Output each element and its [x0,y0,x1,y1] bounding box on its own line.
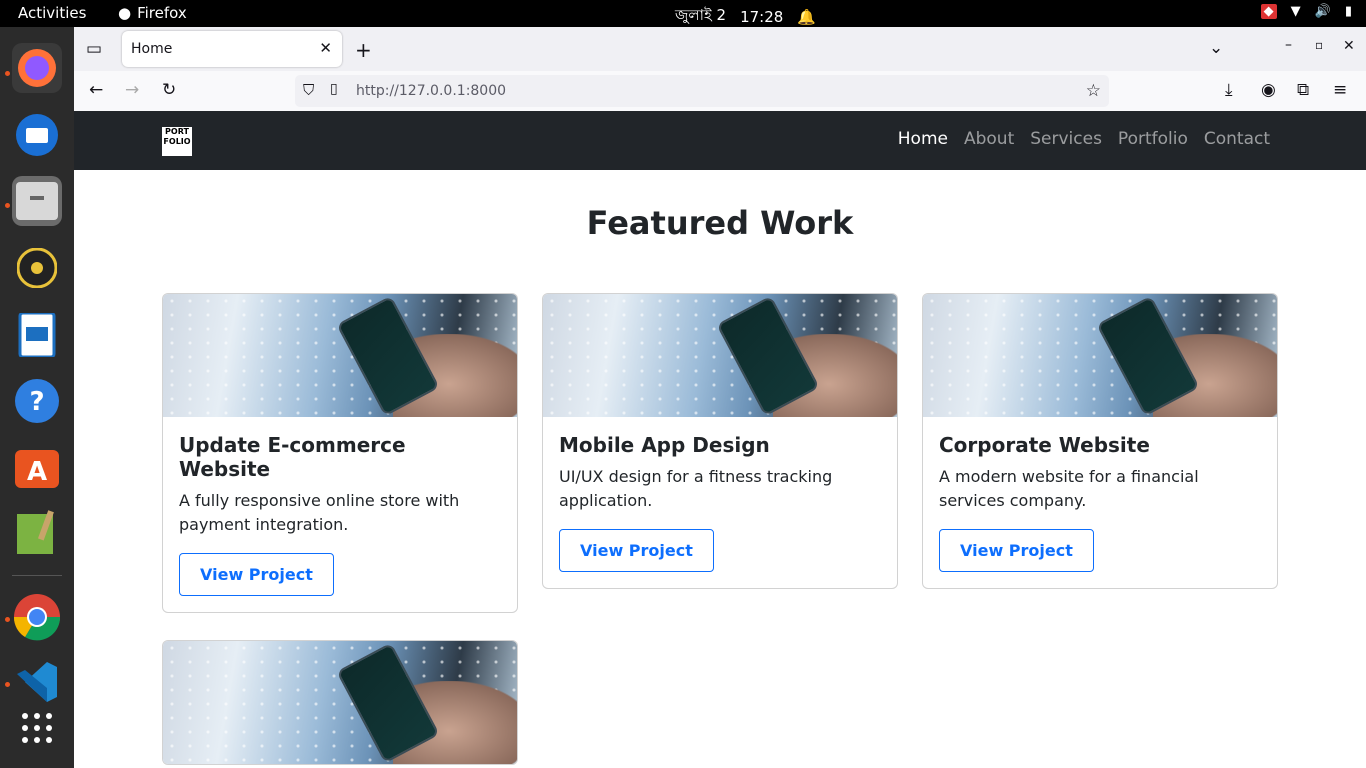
tab-home[interactable]: Home ✕ [122,31,342,67]
svg-text:?: ? [29,387,44,417]
running-indicator [5,71,10,76]
site-logo[interactable]: PORT FOLIO [162,127,192,156]
view-project-button[interactable]: View Project [179,553,334,596]
project-image [163,641,517,764]
writer-dock-icon[interactable] [12,310,62,360]
project-image [923,294,1277,417]
browser-tab-bar: ▭ Home ✕ + ⌄ – ▫ ✕ [74,27,1366,71]
nav-about[interactable]: About [964,129,1014,149]
vscode-dock-icon[interactable] [12,657,62,707]
url-bar[interactable]: ⛉ ▯ http://127.0.0.1:8000 ☆ [295,75,1109,107]
volume-icon: 🔊 [1314,4,1331,19]
url-port: :8000 [465,83,507,99]
view-project-button[interactable]: View Project [559,529,714,572]
firefox-icon: ● [118,4,132,22]
nav-contact[interactable]: Contact [1204,129,1270,149]
running-indicator [5,617,10,622]
chrome-dock-icon[interactable] [12,592,62,642]
record-icon: ◆ [1260,4,1277,19]
battery-icon: ▮ [1344,4,1352,19]
url-text[interactable]: http://127.0.0.1:8000 [356,83,506,99]
app-name: Firefox [137,4,187,22]
maximize-icon[interactable]: ▫ [1315,38,1323,52]
account-icon[interactable]: ◉ [1261,80,1276,100]
card-text: A modern website for a financial service… [939,467,1199,510]
running-indicator [5,203,10,208]
extensions-icon[interactable]: ⧉ [1297,80,1309,100]
thunderbird-dock-icon[interactable] [12,110,62,160]
close-window-icon[interactable]: ✕ [1343,38,1355,54]
project-image [163,294,517,417]
tab-title: Home [131,41,173,57]
url-host: http://127.0.0.1 [356,83,466,99]
clock-date: জুলাই 2 [675,6,727,24]
gimp-dock-icon[interactable] [12,508,62,558]
dock: ? A [0,27,74,768]
rhythmbox-dock-icon[interactable] [12,243,62,293]
web-page: PORT FOLIO Home About Services Portfolio… [74,111,1366,768]
project-card: Update E-commerce Website A fully respon… [162,293,518,613]
new-tab-icon[interactable]: + [355,38,372,62]
downloads-icon[interactable]: ⤓ [1225,80,1233,100]
site-navbar: PORT FOLIO Home About Services Portfolio… [74,111,1366,170]
help-icon[interactable]: ? [12,376,62,426]
list-tabs-icon[interactable]: ⌄ [1209,38,1223,58]
nav-portfolio[interactable]: Portfolio [1118,129,1188,149]
clock[interactable]: জুলাই 2 17:28 🔔 [675,4,816,29]
system-top-bar: Activities ● Firefox জুলাই 2 17:28 🔔 ◆ ▼… [0,0,1366,27]
bell-icon: 🔔 [797,7,816,26]
files-dock-icon[interactable] [12,176,62,226]
svg-text:A: A [27,457,47,487]
browser-navigation-bar: ← → ↻ ⛉ ▯ http://127.0.0.1:8000 ☆ ⤓ ◉ ⧉ … [74,71,1366,112]
shield-icon[interactable]: ⛉ [303,81,314,99]
system-tray[interactable]: ◆ ▼ 🔊 ▮ [1260,4,1352,19]
wifi-icon: ▼ [1290,4,1301,19]
logo-text: PORT FOLIO [163,127,191,146]
card-title: Update E-commerce Website [179,433,406,481]
minimize-icon[interactable]: – [1285,37,1292,53]
page-heading: Featured Work [586,204,854,242]
reload-icon[interactable]: ↻ [162,80,176,100]
project-card: Corporate Website A modern website for a… [922,293,1278,589]
back-icon[interactable]: ← [89,80,103,100]
project-card [162,640,518,765]
close-tab-icon[interactable]: ✕ [319,39,332,57]
activities-button[interactable]: Activities [18,4,86,22]
firefox-view-icon[interactable]: ▭ [86,39,102,59]
dock-separator [12,575,62,576]
menu-icon[interactable]: ≡ [1333,80,1347,100]
project-card: Mobile App Design UI/UX design for a fit… [542,293,898,589]
firefox-dock-icon[interactable] [12,43,62,93]
bookmark-star-icon[interactable]: ☆ [1086,81,1101,101]
site-nav-links: Home About Services Portfolio Contact [898,129,1270,149]
running-indicator [5,682,10,687]
nav-home[interactable]: Home [898,129,948,149]
card-text: A fully responsive online store with pay… [179,491,460,534]
forward-icon[interactable]: → [125,80,139,100]
card-text: UI/UX design for a fitness tracking appl… [559,467,833,510]
clock-time: 17:28 [740,7,784,26]
nav-services[interactable]: Services [1030,129,1102,149]
card-title: Corporate Website [939,433,1150,457]
view-project-button[interactable]: View Project [939,529,1094,572]
app-center-dock-icon[interactable]: A [12,442,62,492]
show-apps-icon[interactable] [12,703,62,753]
project-image [543,294,897,417]
app-menu[interactable]: ● Firefox [118,4,187,22]
page-info-icon[interactable]: ▯ [330,81,338,97]
card-title: Mobile App Design [559,433,770,457]
